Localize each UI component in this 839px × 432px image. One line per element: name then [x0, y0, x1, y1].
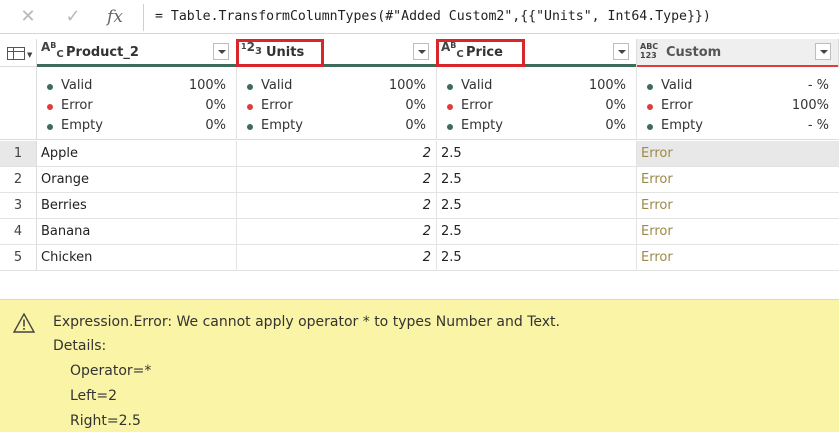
empty-stat: Empty - %	[647, 118, 829, 136]
empty-stat: Empty 0%	[247, 118, 426, 136]
cell-units[interactable]: 2	[237, 167, 437, 192]
column-name: Product_2	[66, 45, 139, 60]
empty-dot-icon	[647, 124, 653, 130]
row-number[interactable]: 4	[0, 219, 37, 244]
table-row[interactable]: 1 Apple 2 2.5 Error	[0, 141, 839, 167]
table-row[interactable]: 2 Orange 2 2.5 Error	[0, 167, 839, 193]
error-dot-icon	[247, 104, 253, 110]
cell-units[interactable]: 2	[237, 141, 437, 166]
valid-dot-icon	[447, 84, 453, 90]
column-filter-button[interactable]	[815, 43, 831, 60]
error-stat: Error 100%	[647, 98, 829, 116]
cell-product[interactable]: Chicken	[37, 245, 237, 270]
close-icon[interactable]: ✕	[17, 6, 39, 28]
cell-price[interactable]: 2.5	[437, 167, 637, 192]
empty-stat: Empty 0%	[47, 118, 226, 136]
cell-product[interactable]: Berries	[37, 193, 237, 218]
formula-input[interactable]: = Table.TransformColumnTypes(#"Added Cus…	[155, 0, 711, 34]
cell-product[interactable]: Orange	[37, 167, 237, 192]
valid-stat: Valid 100%	[47, 78, 226, 96]
column-filter-button[interactable]	[613, 43, 629, 60]
column-name: Custom	[666, 45, 722, 60]
cell-price[interactable]: 2.5	[437, 193, 637, 218]
error-stat: Error 0%	[247, 98, 426, 116]
column-quality-profile: Valid 100% Error 0% Empty 0% Valid 100% Erro…	[0, 67, 839, 140]
profile-spacer	[0, 67, 37, 140]
highlight-box-units	[236, 39, 324, 67]
valid-stat: Valid 100%	[447, 78, 626, 96]
check-icon[interactable]: ✓	[62, 6, 84, 28]
error-dot-icon	[647, 104, 653, 110]
profile-units: Valid 100% Error 0% Empty 0%	[237, 67, 437, 140]
valid-stat: Valid 100%	[247, 78, 426, 96]
cell-price[interactable]: 2.5	[437, 245, 637, 270]
column-filter-button[interactable]	[213, 43, 229, 60]
row-number[interactable]: 5	[0, 245, 37, 270]
text-type-icon[interactable]: ABC	[41, 41, 64, 60]
error-message: Expression.Error: We cannot apply operat…	[53, 314, 560, 330]
cell-custom-error[interactable]: Error	[637, 245, 839, 270]
cell-price[interactable]: 2.5	[437, 141, 637, 166]
warning-icon	[13, 313, 35, 333]
valid-dot-icon	[47, 84, 53, 90]
any-type-icon[interactable]: ABC 123	[640, 42, 658, 60]
valid-stat: Valid - %	[647, 78, 829, 96]
profile-custom: Valid - % Error 100% Empty - %	[637, 67, 839, 140]
table-icon	[7, 47, 25, 60]
row-number[interactable]: 1	[0, 141, 37, 166]
empty-dot-icon	[47, 124, 53, 130]
row-number[interactable]: 3	[0, 193, 37, 218]
error-detail-line: Operator=*	[70, 363, 152, 379]
error-stat: Error 0%	[447, 98, 626, 116]
table-row[interactable]: 4 Banana 2 2.5 Error	[0, 219, 839, 245]
highlight-box-price	[436, 39, 525, 67]
empty-stat: Empty 0%	[447, 118, 626, 136]
error-stat: Error 0%	[47, 98, 226, 116]
table-row[interactable]: 5 Chicken 2 2.5 Error	[0, 245, 839, 271]
cell-custom-error[interactable]: Error	[637, 219, 839, 244]
data-grid: ▼ ABC Product_2 123 Units ABC Price ABC 1…	[0, 39, 839, 272]
cell-units[interactable]: 2	[237, 193, 437, 218]
table-menu-button[interactable]: ▼	[0, 39, 37, 67]
empty-dot-icon	[447, 124, 453, 130]
valid-dot-icon	[647, 84, 653, 90]
error-details-label: Details:	[53, 338, 107, 354]
column-header-custom[interactable]: ABC 123 Custom	[637, 39, 839, 67]
valid-dot-icon	[247, 84, 253, 90]
cell-custom-error[interactable]: Error	[637, 193, 839, 218]
cell-units[interactable]: 2	[237, 219, 437, 244]
cell-product[interactable]: Apple	[37, 141, 237, 166]
error-detail-line: Left=2	[70, 388, 117, 404]
row-number[interactable]: 2	[0, 167, 37, 192]
cell-custom-error[interactable]: Error	[637, 167, 839, 192]
profile-product: Valid 100% Error 0% Empty 0%	[37, 67, 237, 140]
formula-separator	[143, 4, 144, 31]
fx-icon[interactable]: fx	[104, 6, 126, 28]
chevron-down-icon: ▼	[27, 51, 33, 59]
cell-price[interactable]: 2.5	[437, 219, 637, 244]
error-dot-icon	[47, 104, 53, 110]
profile-price: Valid 100% Error 0% Empty 0%	[437, 67, 637, 140]
empty-dot-icon	[247, 124, 253, 130]
error-dot-icon	[447, 104, 453, 110]
formula-bar: ✕ ✓ fx = Table.TransformColumnTypes(#"Ad…	[0, 0, 839, 34]
error-panel: Expression.Error: We cannot apply operat…	[0, 299, 839, 432]
table-row[interactable]: 3 Berries 2 2.5 Error	[0, 193, 839, 219]
column-header-product[interactable]: ABC Product_2	[37, 39, 237, 67]
error-detail-line: Right=2.5	[70, 413, 141, 429]
cell-custom-error[interactable]: Error	[637, 141, 839, 166]
cell-units[interactable]: 2	[237, 245, 437, 270]
cell-product[interactable]: Banana	[37, 219, 237, 244]
column-filter-button[interactable]	[413, 43, 429, 60]
